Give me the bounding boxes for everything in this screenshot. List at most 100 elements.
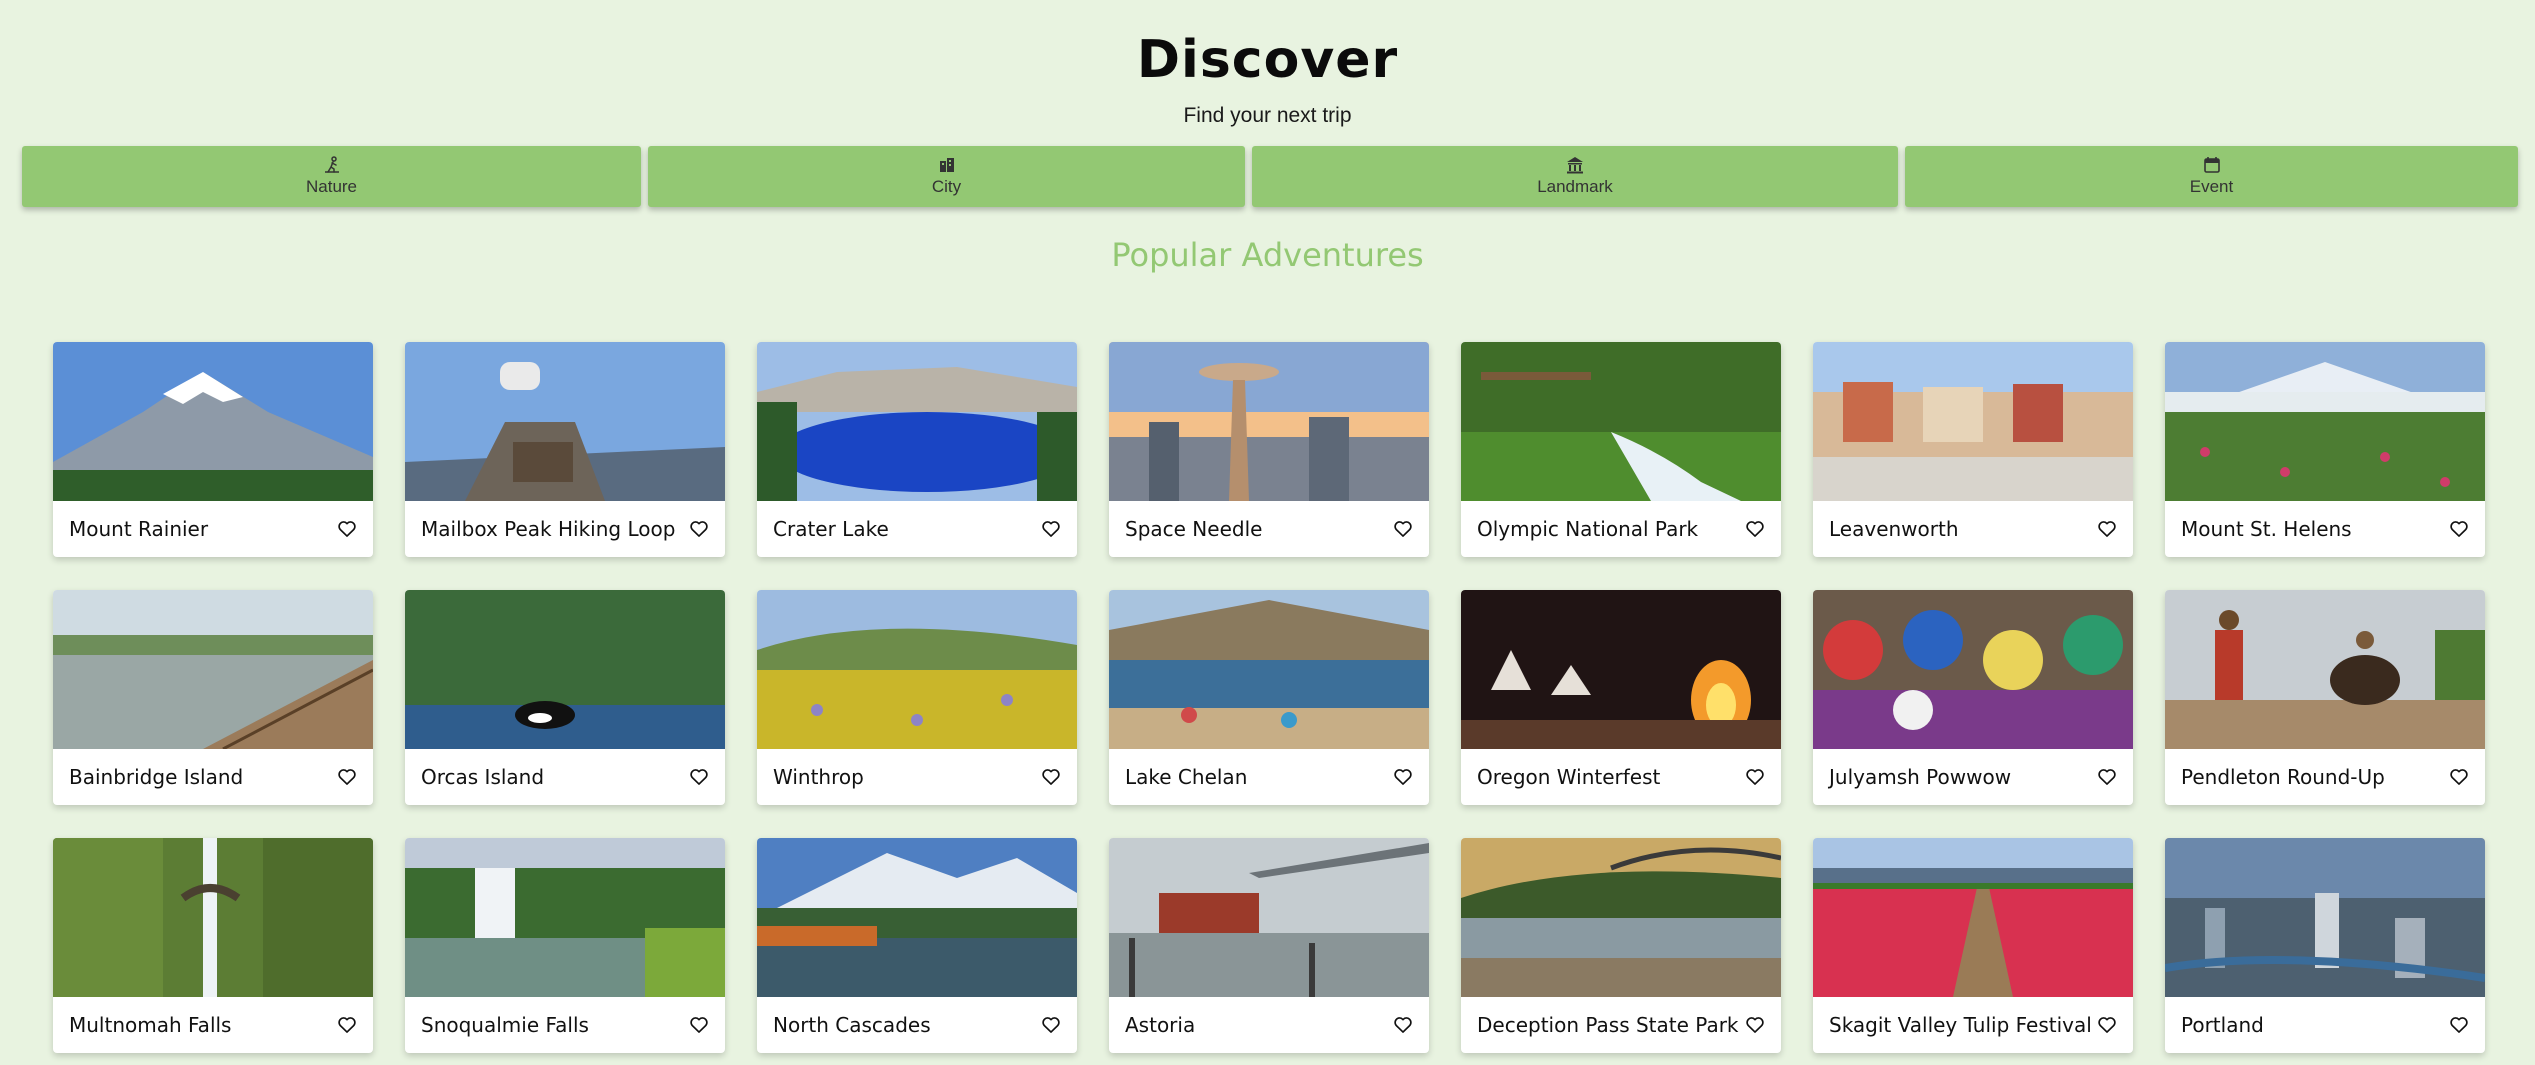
adventure-name: Mount St. Helens (2181, 517, 2352, 541)
landmark-icon (1567, 157, 1583, 174)
category-landmark-button[interactable]: Landmark (1252, 146, 1898, 207)
adventure-card[interactable]: Bainbridge Island (53, 590, 373, 805)
page-header: Discover Find your next trip (0, 0, 2535, 128)
card-footer: Snoqualmie Falls (405, 997, 725, 1053)
adventure-name: Deception Pass State Park (1477, 1013, 1739, 1037)
adventure-name: Orcas Island (421, 765, 545, 789)
adventure-photo (405, 590, 725, 749)
adventure-card[interactable]: Mount Rainier (53, 342, 373, 557)
adventure-card[interactable]: Leavenworth (1813, 342, 2133, 557)
adventure-photo (1813, 342, 2133, 501)
card-footer: Leavenworth (1813, 501, 2133, 557)
adventure-name: Oregon Winterfest (1477, 765, 1661, 789)
page-title: Discover (1136, 30, 1399, 90)
adventure-name: Multnomah Falls (69, 1013, 232, 1037)
adventure-card[interactable]: Crater Lake (757, 342, 1077, 557)
heart-icon[interactable] (1745, 519, 1765, 539)
category-bar: Nature City Landmark Event (22, 146, 2518, 207)
adventure-photo (53, 342, 373, 501)
card-footer: Mailbox Peak Hiking Loop (405, 501, 725, 557)
heart-icon[interactable] (2097, 519, 2117, 539)
card-footer: Mount St. Helens (2165, 501, 2485, 557)
adventure-card[interactable]: Mailbox Peak Hiking Loop (405, 342, 725, 557)
heart-icon[interactable] (2097, 767, 2117, 787)
adventure-card[interactable]: Julyamsh Powwow (1813, 590, 2133, 805)
adventure-card[interactable]: Lake Chelan (1109, 590, 1429, 805)
heart-icon[interactable] (689, 767, 709, 787)
adventure-card[interactable]: Astoria (1109, 838, 1429, 1053)
adventure-photo (1109, 590, 1429, 749)
heart-icon[interactable] (2097, 1015, 2117, 1035)
heart-icon[interactable] (1393, 1015, 1413, 1035)
heart-icon[interactable] (1041, 767, 1061, 787)
adventure-photo (1461, 590, 1781, 749)
heart-icon[interactable] (2449, 519, 2469, 539)
adventure-card[interactable]: Deception Pass State Park (1461, 838, 1781, 1053)
heart-icon[interactable] (337, 1015, 357, 1035)
adventure-grid: Mount Rainier Mailbox Peak Hiking Loop Cra… (53, 342, 2485, 1053)
card-footer: Mount Rainier (53, 501, 373, 557)
page-subtitle: Find your next trip (1183, 104, 1352, 127)
heart-icon[interactable] (2449, 767, 2469, 787)
card-footer: Pendleton Round-Up (2165, 749, 2485, 805)
heart-icon[interactable] (1041, 519, 1061, 539)
adventure-name: Bainbridge Island (69, 765, 244, 789)
adventure-name: Mailbox Peak Hiking Loop (421, 517, 676, 541)
category-nature-button[interactable]: Nature (22, 146, 641, 207)
adventure-photo (2165, 590, 2485, 749)
adventure-name: Space Needle (1125, 517, 1263, 541)
calendar-icon (2203, 157, 2220, 173)
adventure-card[interactable]: Pendleton Round-Up (2165, 590, 2485, 805)
heart-icon[interactable] (1393, 767, 1413, 787)
heart-icon[interactable] (1393, 519, 1413, 539)
heart-icon[interactable] (337, 519, 357, 539)
adventure-name: Lake Chelan (1125, 765, 1248, 789)
adventure-card[interactable]: Mount St. Helens (2165, 342, 2485, 557)
heart-icon[interactable] (1745, 1015, 1765, 1035)
card-footer: North Cascades (757, 997, 1077, 1053)
card-footer: Bainbridge Island (53, 749, 373, 805)
heart-icon[interactable] (689, 519, 709, 539)
card-footer: Space Needle (1109, 501, 1429, 557)
heart-icon[interactable] (2449, 1015, 2469, 1035)
adventure-photo (53, 590, 373, 749)
adventure-photo (1813, 838, 2133, 997)
adventure-photo (1461, 342, 1781, 501)
adventure-name: Leavenworth (1829, 517, 1959, 541)
adventure-card[interactable]: Oregon Winterfest (1461, 590, 1781, 805)
adventure-photo (757, 838, 1077, 997)
adventure-card[interactable]: Space Needle (1109, 342, 1429, 557)
adventure-card[interactable]: Winthrop (757, 590, 1077, 805)
card-footer: Crater Lake (757, 501, 1077, 557)
heart-icon[interactable] (1745, 767, 1765, 787)
adventure-photo (405, 342, 725, 501)
adventure-photo (1109, 838, 1429, 997)
adventure-name: Winthrop (773, 765, 864, 789)
adventure-name: Skagit Valley Tulip Festival (1829, 1013, 2092, 1037)
category-city-button[interactable]: City (648, 146, 1245, 207)
card-footer: Portland (2165, 997, 2485, 1053)
adventure-card[interactable]: North Cascades (757, 838, 1077, 1053)
category-label: Nature (305, 177, 358, 196)
adventure-card[interactable]: Olympic National Park (1461, 342, 1781, 557)
adventure-name: Portland (2181, 1013, 2264, 1037)
category-event-button[interactable]: Event (1905, 146, 2518, 207)
heart-icon[interactable] (337, 767, 357, 787)
adventure-card[interactable]: Multnomah Falls (53, 838, 373, 1053)
adventure-name: Olympic National Park (1477, 517, 1699, 541)
adventure-photo (757, 590, 1077, 749)
city-icon (939, 158, 954, 172)
adventure-name: Pendleton Round-Up (2181, 765, 2385, 789)
heart-icon[interactable] (1041, 1015, 1061, 1035)
card-footer: Astoria (1109, 997, 1429, 1053)
adventure-name: Crater Lake (773, 517, 889, 541)
adventure-card[interactable]: Snoqualmie Falls (405, 838, 725, 1053)
heart-icon[interactable] (689, 1015, 709, 1035)
card-footer: Julyamsh Powwow (1813, 749, 2133, 805)
adventure-name: Julyamsh Powwow (1829, 765, 2012, 789)
adventure-card[interactable]: Skagit Valley Tulip Festival (1813, 838, 2133, 1053)
adventure-photo (2165, 838, 2485, 997)
adventure-photo (1461, 838, 1781, 997)
adventure-card[interactable]: Portland (2165, 838, 2485, 1053)
adventure-card[interactable]: Orcas Island (405, 590, 725, 805)
